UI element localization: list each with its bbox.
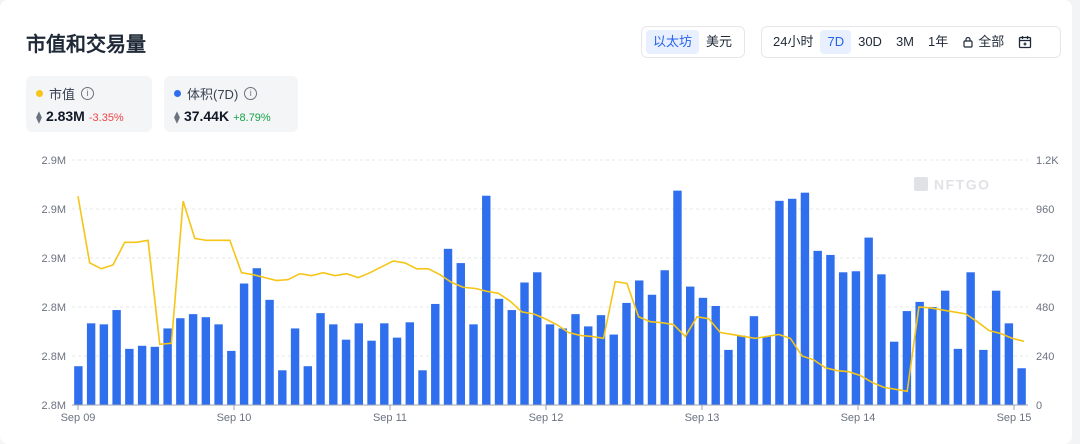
volume-bar — [966, 272, 975, 405]
x-tick-label: Sep 13 — [685, 412, 720, 424]
left-tick-label: 2.9M — [42, 253, 66, 265]
volume-bar — [635, 280, 644, 405]
volume-bar — [991, 290, 1001, 405]
volume-bar — [443, 248, 453, 405]
volume-bar — [660, 270, 669, 405]
volume-bar — [176, 318, 185, 405]
volume-bar — [469, 324, 478, 405]
volume-bar — [851, 271, 861, 405]
volume-bar — [724, 349, 733, 406]
volume-bar — [494, 298, 504, 405]
volume-bar — [99, 324, 109, 405]
watermark-text: NFTGO — [934, 177, 991, 193]
right-tick-label: 0 — [1036, 400, 1042, 412]
volume-bar — [214, 324, 223, 405]
x-tick-label: Sep 14 — [841, 412, 876, 424]
volume-bar — [1017, 368, 1026, 405]
volume-bar — [431, 303, 440, 405]
volume-bar — [239, 283, 249, 405]
volume-bar — [112, 310, 121, 405]
volume-bar — [507, 310, 516, 405]
volume-bar — [940, 290, 950, 405]
x-tick-label: Sep 12 — [529, 412, 564, 424]
volume-bar — [405, 322, 414, 405]
volume-bar — [303, 366, 313, 405]
volume-bar — [137, 345, 147, 405]
volume-bar — [596, 315, 606, 405]
volume-bar — [201, 317, 211, 405]
left-tick-label: 2.8M — [42, 400, 66, 412]
volume-bar — [545, 324, 555, 405]
volume-bar — [826, 254, 835, 405]
volume-bar — [558, 328, 567, 405]
volume-bar — [673, 190, 682, 406]
volume-bar — [711, 305, 720, 405]
chart-card: 市值和交易量 以太坊 美元 24小时 7D 30D 3M 1年 全部 市值 i … — [0, 0, 1072, 444]
volume-bar — [622, 302, 631, 405]
volume-bar — [800, 192, 810, 405]
volume-bar — [74, 366, 83, 405]
volume-bar — [647, 294, 657, 405]
market-cap-volume-chart: 2.9M 2.9M 2.9M 2.8M 2.8M 2.8M 1.2K 960 720 480 24… — [42, 155, 1060, 424]
volume-bar — [125, 348, 134, 405]
volume-bar — [290, 328, 300, 405]
left-tick-label: 2.9M — [42, 155, 66, 167]
volume-bar — [354, 323, 363, 405]
volume-bar — [584, 326, 593, 405]
right-tick-label: 1.2K — [1036, 155, 1059, 167]
volume-bar — [953, 348, 963, 405]
x-tick-label: Sep 09 — [61, 412, 96, 424]
volume-bar — [252, 268, 262, 405]
volume-bar — [889, 341, 899, 405]
volume-bar — [979, 349, 988, 406]
volume-bar — [367, 340, 376, 405]
volume-bar — [329, 324, 338, 405]
volume-bar — [775, 200, 784, 405]
right-tick-label: 960 — [1036, 204, 1054, 216]
nftgo-watermark: NFTGO — [914, 177, 991, 193]
nftgo-logo-icon — [914, 177, 928, 191]
volume-bar — [787, 198, 797, 405]
left-tick-label: 2.8M — [42, 351, 66, 363]
right-axis: 1.2K 960 720 480 240 0 — [1036, 155, 1059, 412]
volume-bar — [265, 299, 274, 405]
x-tick-label: Sep 15 — [997, 412, 1032, 424]
volume-bar — [698, 297, 708, 405]
volume-bar — [418, 370, 427, 405]
x-tick-label: Sep 10 — [217, 412, 252, 424]
volume-bar — [150, 346, 160, 405]
volume-bar — [571, 314, 580, 405]
volume-bar — [838, 272, 848, 405]
volume-bar — [686, 286, 695, 405]
volume-bar — [813, 250, 822, 405]
volume-bar — [163, 328, 172, 405]
volume-bar — [749, 316, 759, 405]
volume-bar — [520, 282, 529, 405]
right-tick-label: 720 — [1036, 253, 1054, 265]
volume-bar — [762, 336, 771, 405]
right-tick-label: 240 — [1036, 351, 1054, 363]
volume-bar — [392, 337, 402, 406]
volume-bar — [736, 335, 746, 405]
volume-bar — [533, 272, 542, 405]
left-tick-label: 2.9M — [42, 204, 66, 216]
volume-bars — [74, 190, 1026, 406]
left-tick-label: 2.8M — [42, 302, 66, 314]
volume-bar — [86, 323, 96, 405]
right-tick-label: 480 — [1036, 302, 1054, 314]
volume-bar — [227, 350, 236, 405]
volume-bar — [341, 339, 351, 405]
volume-bar — [609, 334, 618, 405]
volume-bar — [278, 370, 287, 405]
volume-bar — [482, 195, 491, 405]
volume-bar — [928, 307, 937, 405]
volume-bar — [380, 323, 389, 405]
volume-bar — [316, 313, 325, 406]
x-axis: Sep 09 Sep 10 Sep 11 Sep 12 Sep 13 Sep 14 Sep … — [61, 405, 1032, 424]
volume-bar — [188, 314, 198, 405]
x-tick-label: Sep 11 — [373, 412, 407, 424]
left-axis: 2.9M 2.9M 2.9M 2.8M 2.8M 2.8M — [42, 155, 66, 412]
